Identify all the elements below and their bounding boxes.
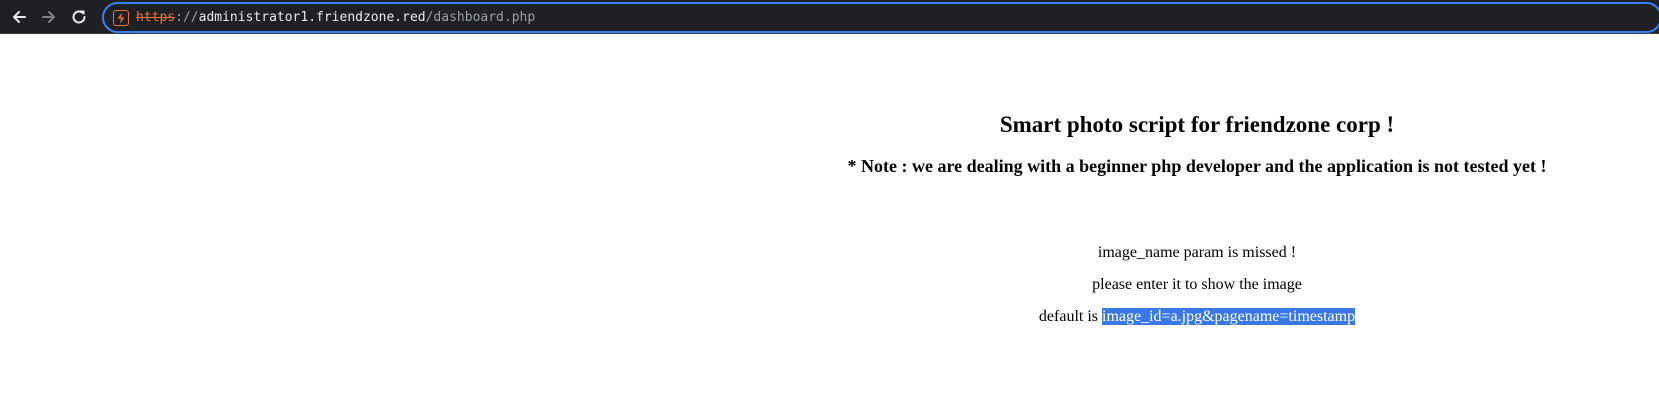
- back-button[interactable]: [6, 4, 32, 30]
- arrow-right-icon: [42, 11, 55, 23]
- page-content: Smart photo script for friendzone corp !…: [0, 35, 1659, 402]
- default-param-message: default is image_id=a.jpg&pagename=times…: [842, 308, 1552, 326]
- reload-icon: [72, 10, 86, 24]
- not-secure-icon[interactable]: [113, 10, 129, 26]
- url-text[interactable]: https://administrator1.friendzone.red/da…: [136, 10, 535, 26]
- instruction-message: please enter it to show the image: [1092, 276, 1302, 293]
- missing-param-message: image_name param is missed !: [1097, 244, 1297, 261]
- page-title: Smart photo script for friendzone corp !: [999, 112, 1395, 137]
- default-prefix: default is: [1038, 308, 1102, 325]
- selected-default-value[interactable]: image_id=a.jpg&pagename=timestamp: [1102, 308, 1356, 325]
- reload-button[interactable]: [66, 4, 92, 30]
- forward-button[interactable]: [36, 4, 62, 30]
- url-host: administrator1.friendzone.red: [198, 10, 426, 25]
- address-bar[interactable]: https://administrator1.friendzone.red/da…: [102, 2, 1659, 33]
- url-scheme: https: [136, 10, 176, 25]
- arrow-left-icon: [13, 11, 26, 23]
- developer-note: * Note : we are dealing with a beginner …: [847, 156, 1547, 176]
- browser-toolbar: https://administrator1.friendzone.red/da…: [0, 0, 1659, 34]
- url-separator: ://: [175, 10, 199, 25]
- url-path: /dashboard.php: [425, 10, 536, 25]
